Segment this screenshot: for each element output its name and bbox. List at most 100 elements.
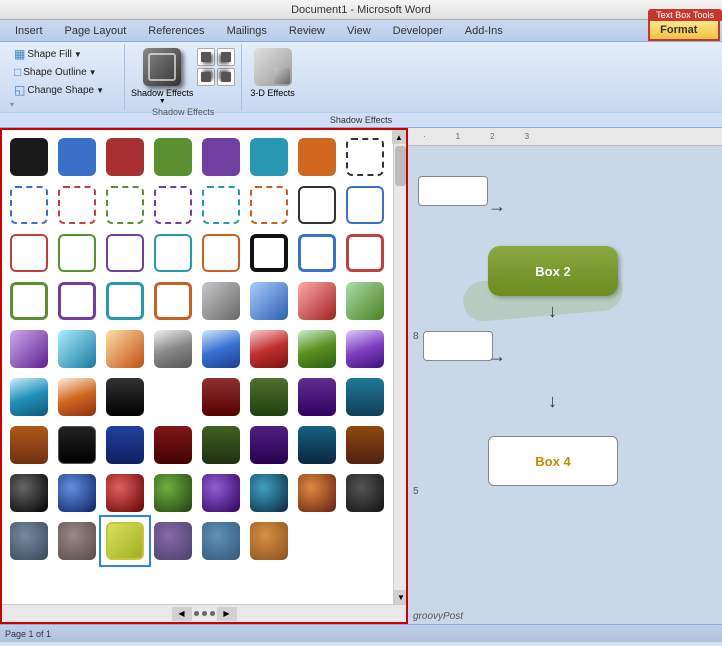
shape-style-cell[interactable] (246, 230, 292, 276)
shape-style-cell[interactable] (198, 518, 244, 564)
shape-style-cell[interactable] (102, 278, 148, 324)
shape-style-cell[interactable] (246, 518, 292, 564)
shape-style-cell[interactable] (6, 374, 52, 420)
shape-style-cell[interactable] (342, 422, 388, 468)
shape-style-cell[interactable] (294, 182, 340, 228)
scroll-thumb[interactable] (395, 146, 406, 186)
shape-style-cell[interactable] (102, 326, 148, 372)
shape-fill-dropdown-icon[interactable]: ▼ (74, 50, 82, 59)
shape-style-cell[interactable] (54, 470, 100, 516)
shape-style-cell[interactable] (150, 134, 196, 180)
shadow-sub-btn-4[interactable] (217, 68, 235, 86)
shape-style-cell[interactable] (198, 230, 244, 276)
connector-box-1[interactable] (418, 176, 488, 206)
shape-style-cell[interactable] (150, 326, 196, 372)
shape-style-cell[interactable] (246, 278, 292, 324)
shape-style-cell[interactable] (102, 230, 148, 276)
scroll-down-arrow[interactable]: ▼ (394, 590, 408, 604)
shape-style-cell[interactable] (198, 470, 244, 516)
shape-style-cell[interactable] (54, 422, 100, 468)
shape-style-cell[interactable] (102, 422, 148, 468)
shape-style-cell[interactable] (342, 134, 388, 180)
shape-style-cell[interactable] (246, 326, 292, 372)
vertical-scrollbar[interactable]: ▲ ▼ (393, 130, 406, 604)
shape-style-cell[interactable] (54, 326, 100, 372)
shape-outline-button[interactable]: □ Shape Outline ▼ (10, 64, 101, 80)
shape-style-cell[interactable] (54, 278, 100, 324)
shape-style-cell[interactable] (6, 470, 52, 516)
connector-box-2[interactable] (423, 331, 493, 361)
shape-style-cell[interactable] (294, 278, 340, 324)
scroll-left-button[interactable]: ◀ (172, 607, 192, 621)
shape-style-cell[interactable] (150, 278, 196, 324)
shape-style-cell[interactable] (294, 326, 340, 372)
tab-review[interactable]: Review (279, 21, 335, 41)
shadow-effects-dropdown-icon[interactable]: ▼ (159, 98, 166, 105)
shape-style-cell[interactable] (54, 230, 100, 276)
shadow-sub-btn-3[interactable] (197, 68, 215, 86)
shape-style-cell[interactable] (246, 182, 292, 228)
scroll-track[interactable] (394, 146, 406, 590)
shape-style-cell[interactable] (342, 182, 388, 228)
shape-style-cell[interactable] (294, 422, 340, 468)
tab-insert[interactable]: Insert (5, 21, 53, 41)
shape-style-cell[interactable] (102, 182, 148, 228)
shape-style-cell[interactable] (102, 134, 148, 180)
shape-style-cell[interactable] (198, 422, 244, 468)
shape-style-cell[interactable] (342, 278, 388, 324)
shape-style-cell[interactable] (6, 422, 52, 468)
shape-style-cell[interactable] (342, 230, 388, 276)
shape-style-cell[interactable] (198, 326, 244, 372)
shape-style-cell[interactable] (198, 182, 244, 228)
shadow-sub-btn-2[interactable] (217, 48, 235, 66)
shape-style-cell[interactable] (6, 518, 52, 564)
shape-style-cell[interactable] (102, 470, 148, 516)
shape-style-cell[interactable] (246, 374, 292, 420)
shape-style-cell[interactable] (198, 278, 244, 324)
shape-style-cell[interactable] (150, 518, 196, 564)
shadow-effects-group[interactable]: Shadow Effects ▼ (125, 44, 242, 110)
shape-style-cell[interactable] (246, 422, 292, 468)
shape-style-cell[interactable] (342, 470, 388, 516)
shape-style-cell[interactable] (342, 374, 388, 420)
shape-style-cell[interactable] (6, 182, 52, 228)
tab-view[interactable]: View (337, 21, 381, 41)
change-shape-dropdown-icon[interactable]: ▼ (96, 86, 104, 95)
shadow-effects-big-button[interactable]: Shadow Effects ▼ (131, 48, 193, 105)
shape-outline-dropdown-icon[interactable]: ▼ (89, 68, 97, 77)
shape-style-cell[interactable] (246, 470, 292, 516)
shape-style-cell[interactable] (54, 134, 100, 180)
shape-style-cell[interactable] (150, 422, 196, 468)
shadow-sub-btn-1[interactable] (197, 48, 215, 66)
shape-style-cell[interactable] (294, 374, 340, 420)
shape-style-cell[interactable] (54, 182, 100, 228)
shape-fill-button[interactable]: ▦ Shape Fill ▼ (10, 46, 86, 62)
shape-style-cell[interactable] (198, 374, 244, 420)
shape-style-cell[interactable] (294, 230, 340, 276)
effects-3d-group[interactable]: 3-D Effects (242, 44, 302, 110)
tab-developer[interactable]: Developer (383, 21, 453, 41)
shape-style-cell[interactable] (6, 230, 52, 276)
change-shape-button[interactable]: ◱ Change Shape ▼ (10, 82, 108, 98)
tab-references[interactable]: References (138, 21, 214, 41)
box4[interactable]: Box 4 (488, 436, 618, 486)
scroll-right-button[interactable]: ▶ (217, 607, 237, 621)
scroll-up-button[interactable]: ▲ (392, 130, 406, 144)
shape-style-cell[interactable] (6, 326, 52, 372)
shape-style-cell[interactable] (246, 134, 292, 180)
tab-mailings[interactable]: Mailings (217, 21, 277, 41)
shape-style-cell[interactable] (342, 326, 388, 372)
tab-page-layout[interactable]: Page Layout (55, 21, 137, 41)
shape-style-cell[interactable] (294, 134, 340, 180)
shape-style-cell[interactable] (6, 134, 52, 180)
shape-style-cell[interactable] (54, 518, 100, 564)
shape-style-cell[interactable] (150, 470, 196, 516)
shape-style-cell[interactable] (294, 470, 340, 516)
shape-style-cell[interactable] (6, 278, 52, 324)
tab-format[interactable]: Format (648, 21, 720, 41)
tab-add-ins[interactable]: Add-Ins (455, 21, 513, 41)
shape-style-cell[interactable] (150, 230, 196, 276)
shape-style-cell[interactable] (54, 374, 100, 420)
ribbon-group-shape-expander[interactable]: ▾ (10, 98, 14, 109)
shape-style-cell[interactable] (150, 182, 196, 228)
